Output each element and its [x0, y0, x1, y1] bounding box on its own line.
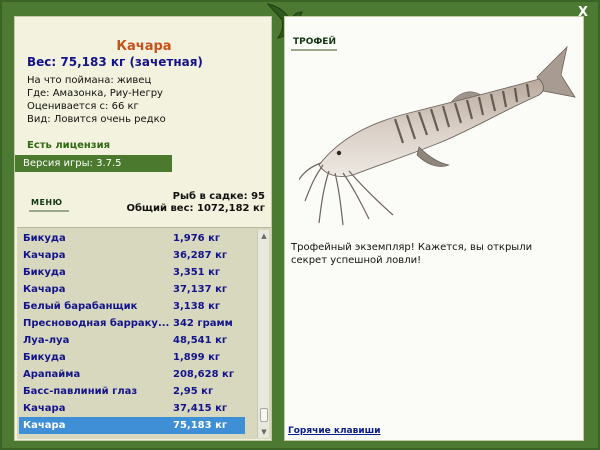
catch-info-panel: Качара Вес: 75,183 кг (зачетная) На что … — [14, 16, 272, 441]
list-item-weight: 2,95 кг — [173, 386, 214, 397]
list-item-weight: 3,351 кг — [173, 267, 221, 278]
list-item-name: Бикуда — [23, 352, 66, 363]
list-item[interactable]: Качара 37,415 кг — [19, 400, 245, 417]
list-item-selected[interactable]: Качара 75,183 кг — [19, 417, 245, 434]
game-version: Версия игры: 3.7.5 — [15, 155, 172, 172]
list-item-name: Качара — [23, 403, 66, 414]
menu-underline — [29, 210, 69, 212]
list-item-weight: 342 грамм — [173, 318, 233, 329]
list-item[interactable]: Бикуда 1,976 кг — [19, 230, 245, 247]
list-item-name: Качара — [23, 284, 66, 295]
list-item-weight: 37,415 кг — [173, 403, 228, 414]
fish-name: Качара — [116, 39, 172, 54]
list-item-name: Бикуда — [23, 267, 66, 278]
list-item[interactable]: Арапайма 208,628 кг — [19, 366, 245, 383]
hotkeys-link[interactable]: Горячие клавиши — [288, 426, 381, 436]
list-item[interactable]: Качара 37,137 кг — [19, 281, 245, 298]
total-weight: Общий вес: 1072,182 кг — [126, 203, 265, 214]
list-item[interactable]: Бикуда 3,351 кг — [19, 264, 245, 281]
list-item-weight: 3,138 кг — [173, 301, 221, 312]
list-item-weight: 48,541 кг — [173, 335, 228, 346]
license-status: Есть лицензия — [27, 140, 111, 151]
list-item-name: Качара — [23, 250, 66, 261]
list-item[interactable]: Пресноводная барраку... 342 грамм — [19, 315, 245, 332]
trophy-message: Трофейный экземпляр! Кажется, вы открыли… — [291, 242, 533, 266]
fish-weight: Вес: 75,183 кг (зачетная) — [27, 55, 203, 69]
list-item-weight: 75,183 кг — [173, 420, 228, 431]
list-item[interactable]: Луа-луа 48,541 кг — [19, 332, 245, 349]
rated-info: Оценивается с: 66 кг — [27, 101, 139, 112]
list-item[interactable]: Бикуда 1,899 кг — [19, 349, 245, 366]
list-item-weight: 208,628 кг — [173, 369, 235, 380]
trophy-panel: ТРОФЕЙ Трофейный экземпляр! Кажется, вы … — [284, 16, 584, 441]
catch-list: Бикуда 1,976 кг Качара 36,287 кг Бикуда 3,3… — [17, 227, 271, 439]
list-item-name: Пресноводная барраку... — [23, 318, 170, 329]
list-item-name: Бикуда — [23, 233, 66, 244]
list-item-name: Качара — [23, 420, 66, 431]
list-item-name: Луа-луа — [23, 335, 70, 346]
list-scrollbar[interactable]: ▲ ▼ — [257, 230, 269, 438]
list-item-weight: 36,287 кг — [173, 250, 228, 261]
list-item-name: Басс-павлиний глаз — [23, 386, 138, 397]
location-info: Где: Амазонка, Риу-Негру — [27, 88, 163, 99]
list-item-weight: 1,976 кг — [173, 233, 221, 244]
menu-button[interactable]: МЕНЮ — [31, 198, 63, 207]
list-item-name: Белый барабанщик — [23, 301, 138, 312]
rarity-info: Вид: Ловится очень редко — [27, 114, 166, 125]
list-item[interactable]: Качара 36,287 кг — [19, 247, 245, 264]
keepnet-stats: Рыб в садке: 95 Общий вес: 1072,182 кг — [126, 191, 265, 215]
scroll-up-arrow-icon[interactable]: ▲ — [258, 230, 270, 242]
scroll-thumb[interactable] — [260, 408, 268, 422]
list-item[interactable]: Белый барабанщик 3,138 кг — [19, 298, 245, 315]
list-item-weight: 1,899 кг — [173, 352, 221, 363]
game-window: X Качара Вес: 75,183 кг (зачетная) На чт… — [0, 0, 600, 450]
fish-count: Рыб в садке: 95 — [172, 191, 265, 202]
catfish-image — [299, 45, 576, 226]
scroll-down-arrow-icon[interactable]: ▼ — [258, 426, 270, 438]
list-item[interactable]: Басс-павлиний глаз 2,95 кг — [19, 383, 245, 400]
bait-info: На что поймана: живец — [27, 75, 152, 86]
list-item-weight: 37,137 кг — [173, 284, 228, 295]
list-item-name: Арапайма — [23, 369, 81, 380]
